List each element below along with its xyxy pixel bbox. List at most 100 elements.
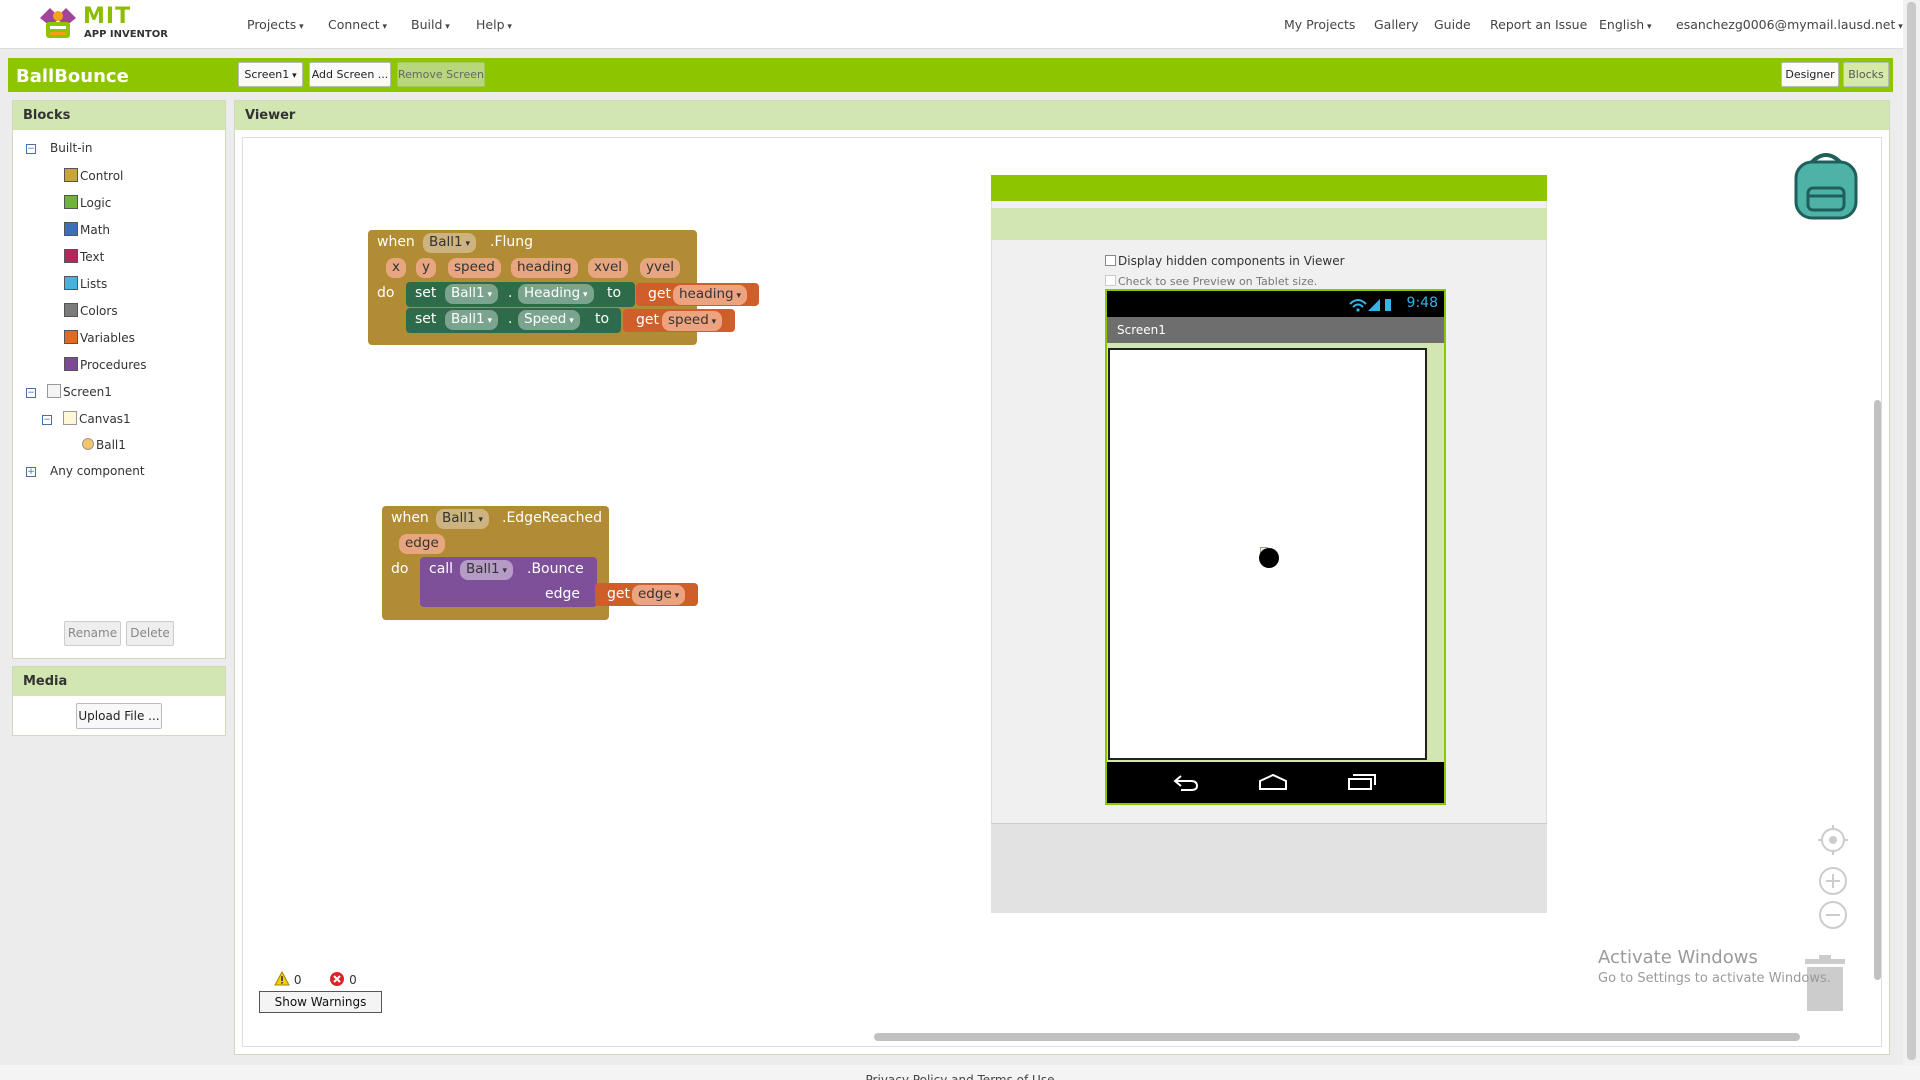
nav-connect-menu[interactable]: Connect xyxy=(328,17,387,32)
get-label: get xyxy=(648,286,671,302)
blocks-button[interactable]: Blocks xyxy=(1843,62,1889,87)
nav-language-menu[interactable]: English xyxy=(1599,17,1652,32)
recent-apps-icon[interactable] xyxy=(1347,772,1377,792)
expand-icon[interactable]: + xyxy=(26,466,36,477)
logic-swatch-icon xyxy=(64,195,78,209)
nav-gallery[interactable]: Gallery xyxy=(1374,17,1419,32)
tablet-preview-checkbox[interactable]: Check to see Preview on Tablet size. xyxy=(1105,275,1317,288)
blocks-panel: Blocks xyxy=(12,100,226,659)
category-control[interactable]: Control xyxy=(64,168,123,183)
call-label: call xyxy=(429,561,454,577)
tree-canvas1[interactable]: − Canvas1 xyxy=(42,411,131,426)
get-label: get xyxy=(607,586,630,602)
param-edge[interactable]: edge xyxy=(399,534,445,554)
set-speed-component-dropdown[interactable]: Ball1 xyxy=(445,310,499,330)
error-count: 0 xyxy=(349,973,357,987)
preview-light-bar xyxy=(991,208,1547,240)
display-hidden-checkbox[interactable]: Display hidden components in Viewer xyxy=(1105,254,1345,268)
logo-icon xyxy=(40,8,76,38)
nav-my-projects[interactable]: My Projects xyxy=(1284,17,1355,32)
nav-projects-menu[interactable]: Projects xyxy=(247,17,304,32)
back-icon[interactable] xyxy=(1171,772,1199,792)
param-yvel[interactable]: yvel xyxy=(640,258,681,278)
tree-screen1-label: Screen1 xyxy=(63,385,112,399)
checkbox-icon[interactable] xyxy=(1105,255,1116,266)
zoom-in-icon[interactable] xyxy=(1818,866,1848,896)
category-logic[interactable]: Logic xyxy=(64,195,111,210)
zoom-out-icon[interactable] xyxy=(1818,900,1848,930)
nav-guide[interactable]: Guide xyxy=(1434,17,1471,32)
control-swatch-icon xyxy=(64,168,78,182)
flung-event-name: .Flung xyxy=(490,234,534,250)
tree-ball1-label: Ball1 xyxy=(96,438,126,452)
tree-screen1[interactable]: − Screen1 xyxy=(26,384,112,399)
set-heading-component-dropdown[interactable]: Ball1 xyxy=(445,284,499,304)
set-speed-block[interactable] xyxy=(406,308,621,333)
upload-file-button[interactable]: Upload File ... xyxy=(76,703,162,729)
nav-help-menu[interactable]: Help xyxy=(476,17,512,32)
category-label: Lists xyxy=(80,277,108,291)
param-heading[interactable]: heading xyxy=(511,258,578,278)
category-colors[interactable]: Colors xyxy=(64,303,118,318)
nav-build-menu[interactable]: Build xyxy=(411,17,450,32)
designer-button[interactable]: Designer xyxy=(1781,62,1839,87)
set-label: set xyxy=(415,285,437,301)
backpack-icon[interactable] xyxy=(1790,148,1862,222)
collapse-icon[interactable]: − xyxy=(26,387,36,398)
block-when-label: when xyxy=(377,234,415,250)
screen-select-dropdown[interactable]: Screen1 xyxy=(238,62,303,87)
category-procedures[interactable]: Procedures xyxy=(64,357,147,372)
recenter-icon[interactable] xyxy=(1818,825,1848,855)
remove-screen-button[interactable]: Remove Screen xyxy=(397,62,485,87)
block-do-label: do xyxy=(391,561,409,577)
edge-event-name: .EdgeReached xyxy=(502,510,603,526)
collapse-icon[interactable]: − xyxy=(26,143,36,154)
text-swatch-icon xyxy=(64,249,78,263)
category-math[interactable]: Math xyxy=(64,222,110,237)
speed-property-dropdown[interactable]: Speed xyxy=(518,310,580,330)
footer-privacy-link[interactable]: Privacy Policy and Terms of Use xyxy=(0,1065,1920,1080)
checkbox-icon[interactable] xyxy=(1105,275,1116,286)
tree-builtin[interactable]: − Built-in xyxy=(26,141,92,155)
phone-title-bar: Screen1 xyxy=(1107,317,1444,343)
category-label: Colors xyxy=(80,304,118,318)
category-label: Procedures xyxy=(80,358,147,372)
tree-ball1[interactable]: Ball1 xyxy=(82,438,126,452)
app-inventor-logo[interactable]: MIT APP INVENTOR xyxy=(36,2,176,46)
flung-component-dropdown[interactable]: Ball1 xyxy=(423,233,477,253)
tree-any-component[interactable]: + Any component xyxy=(26,464,145,478)
get-edge-var-dropdown[interactable]: edge xyxy=(632,585,686,605)
page-vertical-scrollbar[interactable] xyxy=(1907,2,1916,1060)
warning-icon xyxy=(274,970,290,986)
ball1-sprite[interactable] xyxy=(1259,548,1279,568)
category-variables[interactable]: Variables xyxy=(64,330,135,345)
delete-button[interactable]: Delete xyxy=(126,621,174,646)
canvas-icon xyxy=(63,411,77,425)
nav-account-menu[interactable]: esanchezg0006@mymail.lausd.net xyxy=(1676,17,1903,32)
get-label: get xyxy=(636,312,659,328)
rename-button[interactable]: Rename xyxy=(64,621,121,646)
param-speed[interactable]: speed xyxy=(448,258,501,278)
param-y[interactable]: y xyxy=(416,258,436,278)
block-do-label: do xyxy=(377,285,395,301)
param-x[interactable]: x xyxy=(386,258,406,278)
category-text[interactable]: Text xyxy=(64,249,104,264)
edge-component-dropdown[interactable]: Ball1 xyxy=(436,509,490,529)
collapse-icon[interactable]: − xyxy=(42,414,52,425)
show-warnings-button[interactable]: Show Warnings xyxy=(259,991,382,1013)
watermark-line2: Go to Settings to activate Windows. xyxy=(1598,971,1831,986)
workspace-horizontal-scrollbar[interactable] xyxy=(874,1033,1800,1041)
nav-report-issue[interactable]: Report an Issue xyxy=(1490,17,1587,32)
param-xvel[interactable]: xvel xyxy=(588,258,629,278)
get-heading-var-dropdown[interactable]: heading xyxy=(673,285,747,305)
category-lists[interactable]: Lists xyxy=(64,276,107,291)
get-speed-var-dropdown[interactable]: speed xyxy=(662,311,723,331)
block-when-label: when xyxy=(391,510,429,526)
phone-clock: 9:48 xyxy=(1406,295,1438,311)
call-component-dropdown[interactable]: Ball1 xyxy=(460,560,514,580)
workspace-vertical-scrollbar[interactable] xyxy=(1874,400,1881,980)
home-icon[interactable] xyxy=(1258,772,1288,792)
tree-builtin-label: Built-in xyxy=(50,141,93,155)
heading-property-dropdown[interactable]: Heading xyxy=(518,284,594,304)
add-screen-button[interactable]: Add Screen ... xyxy=(309,62,391,87)
